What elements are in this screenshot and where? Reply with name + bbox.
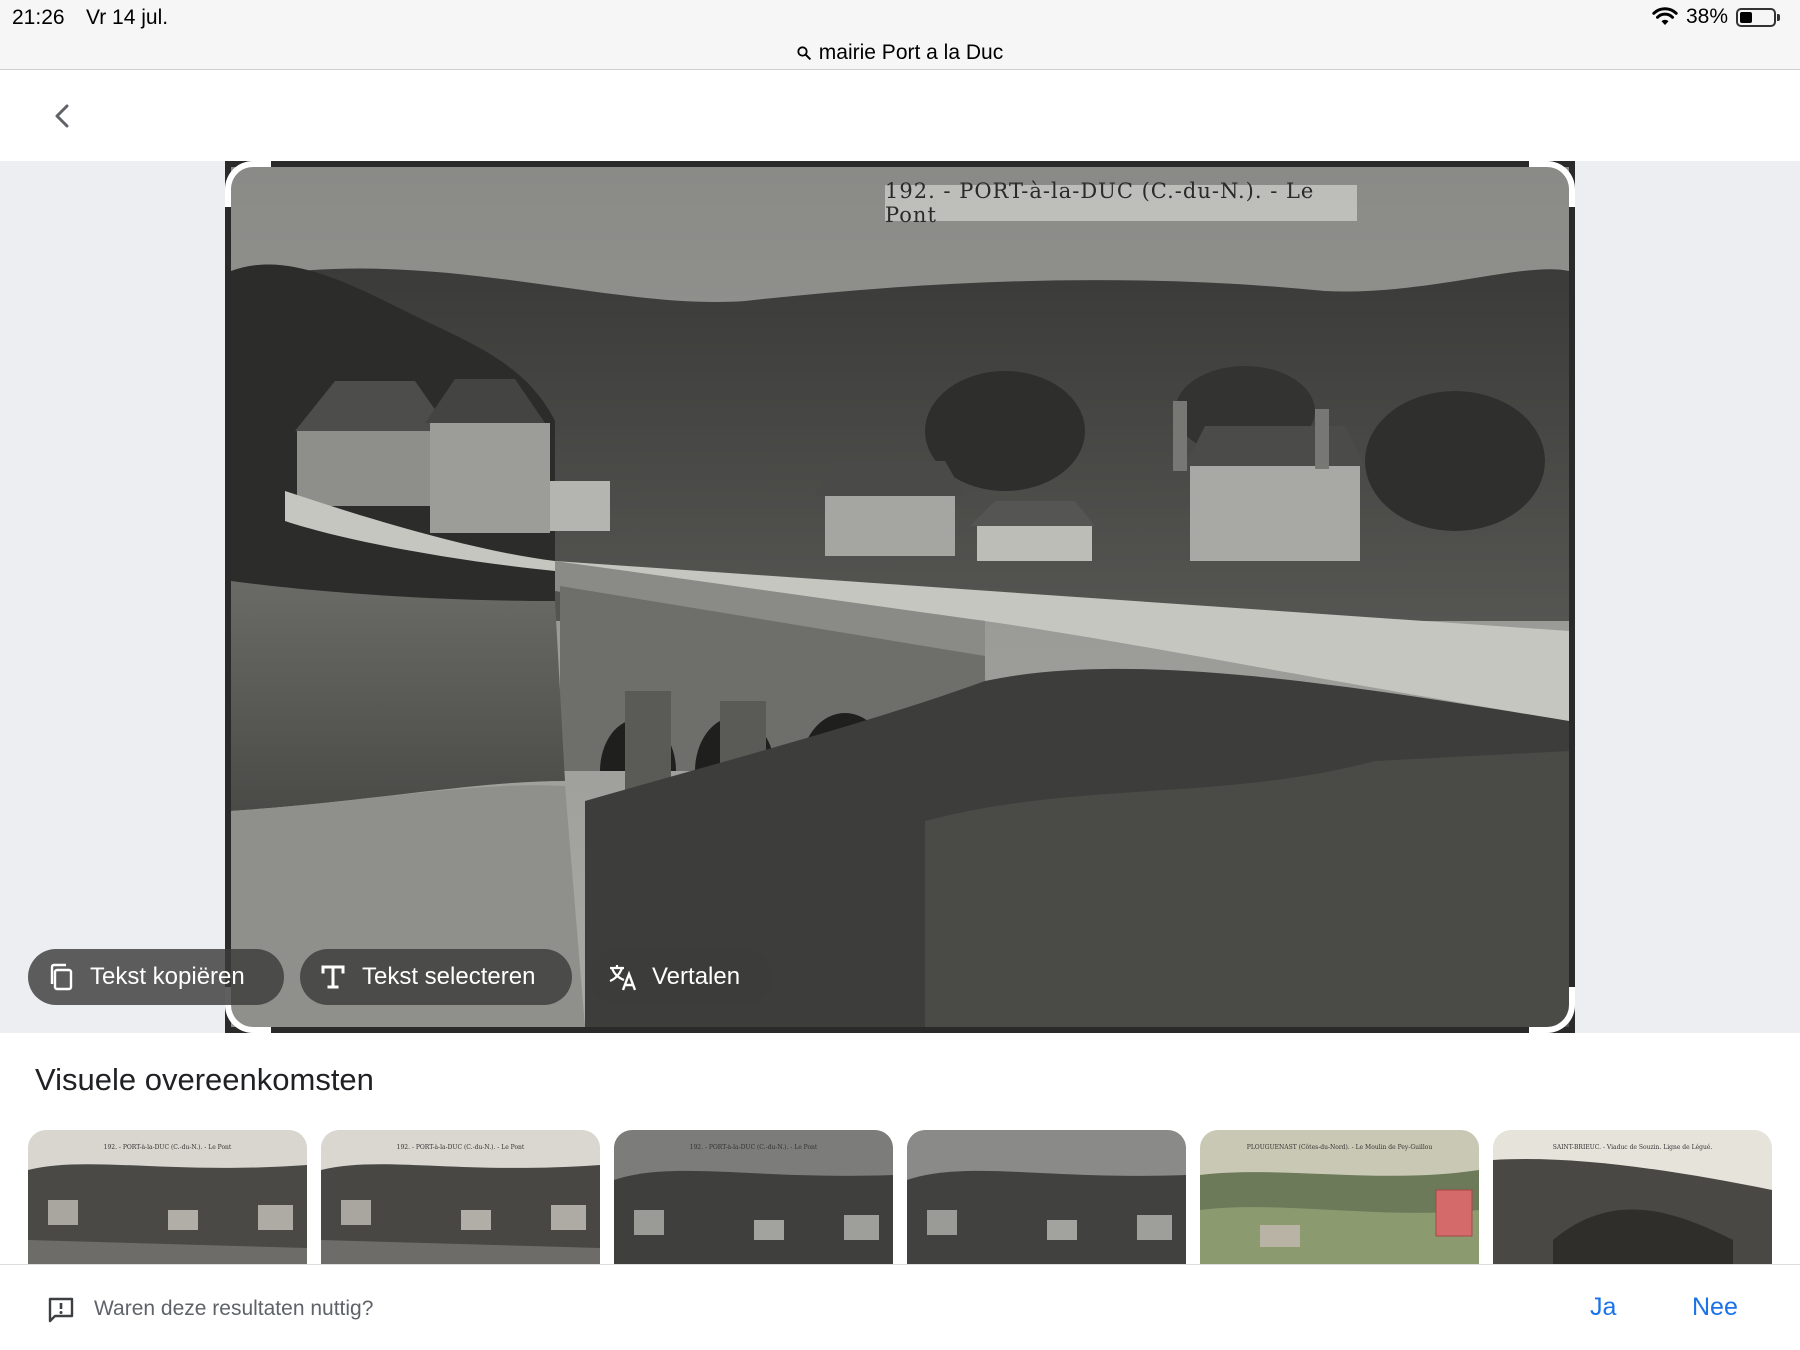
feedback-bar: Waren deze resultaten nuttig? Ja Nee (0, 1264, 1800, 1350)
status-date: Vr 14 jul. (86, 6, 169, 29)
feedback-question: Waren deze resultaten nuttig? (94, 1297, 374, 1320)
thumbnail-caption: 192. - PORT-à-la-DUC (C.-du-N.). - Le Po… (396, 1144, 525, 1151)
match-thumbnail[interactable]: SAINT-BRIEUC. - Viaduc de Souzin. Ligne … (1493, 1130, 1772, 1264)
battery-icon (1736, 7, 1780, 27)
chevron-left-icon (55, 104, 69, 128)
postcard-photo[interactable]: 192. - PORT-à-la-DUC (C.-du-N.). - Le Po… (225, 161, 1575, 1033)
thumbnail-caption: SAINT-BRIEUC. - Viaduc de Souzin. Ligne … (1552, 1144, 1713, 1151)
copy-text-label: Tekst kopiëren (90, 963, 245, 990)
feedback-yes-button[interactable]: Ja (1590, 1293, 1616, 1322)
match-thumbnail[interactable]: 192. - PORT-à-la-DUC (C.-du-N.). - Le Po… (321, 1130, 600, 1264)
copy-text-button[interactable]: Tekst kopiëren (28, 949, 284, 1005)
feedback-no-button[interactable]: Nee (1692, 1293, 1738, 1322)
battery-percent: 38% (1685, 5, 1728, 28)
text-select-icon (318, 962, 348, 992)
visual-matches-title: Visuele overeenkomsten (35, 1062, 374, 1097)
search-icon (797, 45, 811, 60)
match-thumbnail[interactable]: PLOUGUENAST (Côtes-du-Nord). - Le Moulin… (1200, 1130, 1479, 1264)
search-query[interactable]: mairie Port a la Duc (819, 41, 1003, 65)
battery-level (1740, 11, 1752, 23)
thumbnail-caption: 192. - PORT-à-la-DUC (C.-du-N.). - Le Po… (103, 1144, 232, 1151)
translate-button[interactable]: Vertalen (590, 949, 772, 1005)
translate-icon (608, 962, 638, 992)
feedback-icon (48, 1297, 74, 1323)
top-nav (0, 71, 1800, 161)
back-button[interactable] (40, 91, 84, 141)
match-thumbnail[interactable] (907, 1130, 1186, 1264)
select-text-label: Tekst selecteren (362, 963, 536, 990)
thumbnail-image (907, 1130, 1186, 1264)
match-thumbnail[interactable]: 192. - PORT-à-la-DUC (C.-du-N.). - Le Po… (28, 1130, 307, 1264)
thumbnail-caption: 192. - PORT-à-la-DUC (C.-du-N.). - Le Po… (689, 1144, 818, 1151)
status-time: 21:26 (12, 6, 65, 29)
status-indicators: 38% (1652, 5, 1780, 29)
translate-label: Vertalen (652, 963, 741, 990)
wifi-icon (1652, 7, 1678, 25)
postcard-illustration (225, 161, 1575, 1033)
match-thumbnail[interactable]: 192. - PORT-à-la-DUC (C.-du-N.). - Le Po… (614, 1130, 893, 1264)
visual-matches-strip[interactable]: 192. - PORT-à-la-DUC (C.-du-N.). - Le Po… (28, 1130, 1800, 1264)
image-caption: 192. - PORT-à-la-DUC (C.-du-N.). - Le Po… (885, 179, 1357, 227)
copy-icon (46, 962, 76, 992)
status-bar: 21:26 Vr 14 jul. 38% (0, 0, 1800, 36)
select-text-button[interactable]: Tekst selecteren (300, 949, 572, 1005)
address-bar[interactable]: mairie Port a la Duc (0, 36, 1800, 70)
image-viewer: 192. - PORT-à-la-DUC (C.-du-N.). - Le Po… (0, 161, 1800, 1033)
thumbnail-caption: PLOUGUENAST (Côtes-du-Nord). - Le Moulin… (1246, 1144, 1433, 1151)
